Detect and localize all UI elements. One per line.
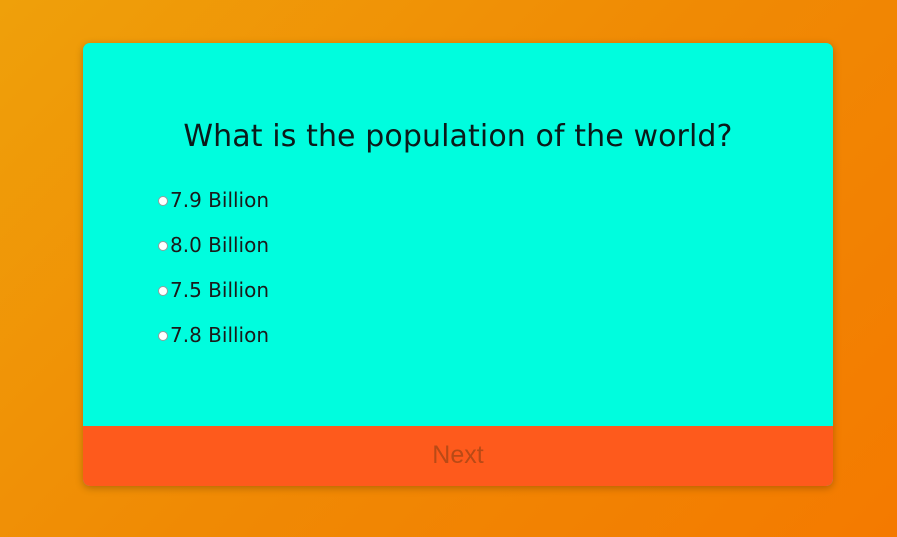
answer-list: 7.9 Billion 8.0 Billion 7.5 Billion 7.8 … <box>158 177 269 357</box>
answer-option[interactable]: 7.5 Billion <box>158 267 269 312</box>
answer-option[interactable]: 8.0 Billion <box>158 222 269 267</box>
radio-button[interactable] <box>158 330 168 341</box>
quiz-question: What is the population of the world? <box>183 119 733 154</box>
answer-label[interactable]: 7.9 Billion <box>170 188 269 212</box>
answer-label[interactable]: 7.5 Billion <box>170 278 269 302</box>
radio-button[interactable] <box>158 195 168 206</box>
answer-option[interactable]: 7.8 Billion <box>158 312 269 357</box>
answer-label[interactable]: 8.0 Billion <box>170 233 269 257</box>
quiz-card: What is the population of the world? 7.9… <box>83 43 833 486</box>
radio-button[interactable] <box>158 285 168 296</box>
answer-label[interactable]: 7.8 Billion <box>170 323 269 347</box>
radio-button[interactable] <box>158 240 168 251</box>
next-button[interactable]: Next <box>83 426 833 486</box>
answer-option[interactable]: 7.9 Billion <box>158 177 269 222</box>
